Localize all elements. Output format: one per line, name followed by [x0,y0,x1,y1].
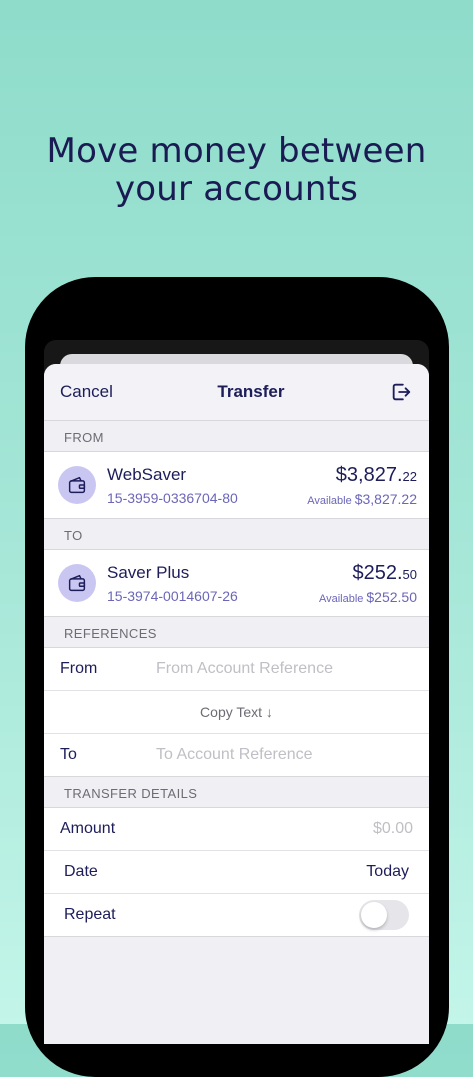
cancel-button[interactable]: Cancel [60,382,113,402]
from-account-name: WebSaver [107,464,187,484]
from-balance-cents: 22 [402,468,417,484]
transfer-details-group: Amount Date Today Repeat [44,808,429,937]
wallet-icon [58,466,96,504]
to-balance-cents: 50 [402,566,417,582]
to-section-header: TO [44,519,429,550]
date-row[interactable]: Date Today [44,851,429,894]
to-account-number: 15-3974-0014607-26 [107,587,238,604]
repeat-row: Repeat [44,894,429,936]
to-account-balance: $252.50 [319,562,417,585]
repeat-label: Repeat [64,906,116,923]
to-available: Available $252.50 [319,589,417,605]
to-reference-row: To [44,734,429,776]
headline-line-1: Move money between [46,131,427,171]
from-reference-label: From [60,660,98,677]
to-balance-main: $252. [352,561,403,584]
from-section-header: FROM [44,421,429,452]
toggle-knob [361,902,387,928]
to-account-name: Saver Plus [107,562,190,582]
to-available-label: Available [318,592,364,605]
date-value: Today [366,863,409,880]
date-label: Date [64,863,98,880]
from-available-label: Available [307,494,352,507]
transfer-sheet: Cancel Transfer FROM WebSaver 15-3959-03… [44,364,429,1044]
from-account-number: 15-3959-0336704-80 [107,489,238,506]
to-reference-label: To [60,746,77,763]
from-account-balance: $3,827.22 [307,464,417,487]
references-section-header: REFERENCES [44,617,429,648]
headline: Move money between your accounts [0,132,473,208]
amount-row: Amount [44,808,429,851]
to-account-row[interactable]: Saver Plus 15-3974-0014607-26 $252.50 Av… [44,550,429,617]
amount-label: Amount [60,820,116,837]
from-reference-row: From [44,648,429,691]
to-available-value: $252.50 [366,588,417,605]
repeat-toggle[interactable] [359,900,409,930]
from-available-value: $3,827.22 [354,490,417,507]
copy-text-label: Copy Text ↓ [200,704,273,720]
from-reference-input[interactable] [156,660,413,678]
amount-input[interactable] [293,820,413,838]
from-balance-main: $3,827. [335,463,403,486]
from-available: Available $3,827.22 [307,491,417,507]
headline-line-2: your accounts [114,169,359,209]
references-group: From Copy Text ↓ To [44,648,429,777]
logout-icon[interactable] [389,380,413,404]
nav-bar: Cancel Transfer [44,364,429,421]
page-title: Transfer [217,382,285,401]
wallet-icon [58,564,96,602]
from-account-row[interactable]: WebSaver 15-3959-0336704-80 $3,827.22 Av… [44,452,429,519]
transfer-details-section-header: TRANSFER DETAILS [44,777,429,808]
to-reference-input[interactable] [156,746,413,764]
copy-text-button[interactable]: Copy Text ↓ [44,691,429,734]
